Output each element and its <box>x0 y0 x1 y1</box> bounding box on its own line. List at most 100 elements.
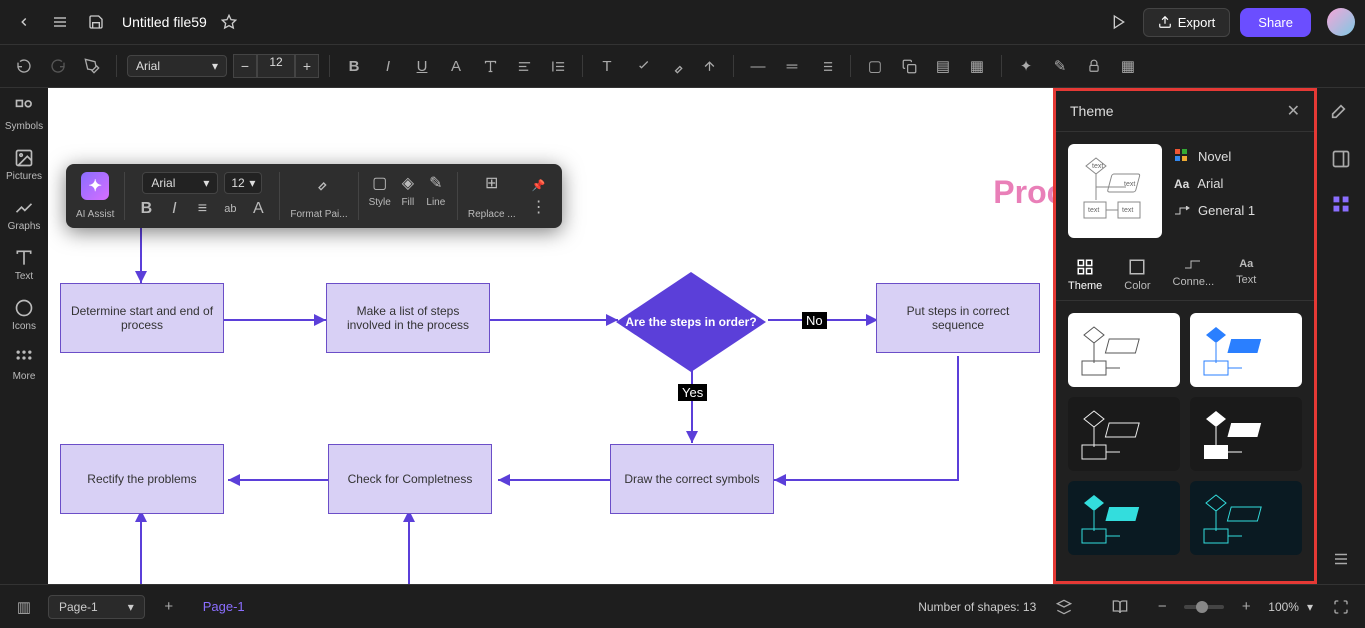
tab-connector[interactable]: Conne... <box>1173 258 1215 292</box>
rail-panel-icon[interactable] <box>1331 149 1351 174</box>
text-tool[interactable]: T <box>593 52 621 80</box>
underline-button[interactable]: U <box>408 52 436 80</box>
back-button[interactable] <box>10 8 38 36</box>
zoom-out[interactable]: − <box>1148 593 1176 621</box>
sidebar-pictures[interactable]: Pictures <box>6 148 42 182</box>
float-size-select[interactable]: 12▾ <box>224 172 262 194</box>
label-yes: Yes <box>678 384 707 401</box>
shape-rectify[interactable]: Rectify the problems <box>60 444 224 514</box>
file-title[interactable]: Untitled file59 <box>122 14 207 30</box>
spacing-button[interactable] <box>544 52 572 80</box>
redo-button[interactable] <box>44 52 72 80</box>
shape-button[interactable]: ▢ <box>861 52 889 80</box>
theme-card-dark-outline[interactable] <box>1068 397 1180 471</box>
line-style-button[interactable]: — <box>744 52 772 80</box>
float-align[interactable]: ≡ <box>191 198 213 220</box>
shape-start-end[interactable]: Determine start and end of process <box>60 283 224 353</box>
user-avatar[interactable] <box>1327 8 1355 36</box>
zoom-slider[interactable] <box>1184 605 1224 609</box>
highlight-button[interactable] <box>627 52 655 80</box>
float-font-select[interactable]: Arial▾ <box>142 172 218 194</box>
float-replace-icon[interactable]: ⊞ <box>481 172 503 194</box>
menu-button[interactable] <box>46 8 74 36</box>
text-format-button[interactable] <box>476 52 504 80</box>
size-input[interactable]: 12 <box>257 54 295 78</box>
share-button[interactable]: Share <box>1240 8 1311 37</box>
sidebar-graphs[interactable]: Graphs <box>8 198 41 232</box>
shape-draw-symbols[interactable]: Draw the correct symbols <box>610 444 774 514</box>
size-decrease[interactable]: − <box>233 54 257 78</box>
float-format-painter-icon[interactable] <box>308 172 330 194</box>
list-button[interactable] <box>812 52 840 80</box>
italic-button[interactable]: I <box>374 52 402 80</box>
ai-assist-icon[interactable]: ✦ <box>81 172 109 200</box>
svg-text:text: text <box>1088 207 1099 214</box>
font-color-button[interactable]: A <box>442 52 470 80</box>
save-icon[interactable] <box>82 8 110 36</box>
undo-button[interactable] <box>10 52 38 80</box>
star-icon[interactable] <box>215 8 243 36</box>
line-weight-button[interactable]: ═ <box>778 52 806 80</box>
export-button[interactable]: Export <box>1143 8 1231 37</box>
shape-list-steps[interactable]: Make a list of steps involved in the pro… <box>326 283 490 353</box>
align-left-icon[interactable]: ▤ <box>929 52 957 80</box>
layers-icon[interactable] <box>1050 593 1078 621</box>
copy-button[interactable] <box>895 52 923 80</box>
theme-card-light[interactable] <box>1068 313 1180 387</box>
rail-theme-icon[interactable] <box>1331 194 1351 219</box>
sidebar-symbols[interactable]: Symbols <box>5 98 43 132</box>
theme-card-teal-outline[interactable] <box>1190 481 1302 555</box>
svg-text:text: text <box>1122 207 1133 214</box>
tab-theme[interactable]: Theme <box>1068 258 1102 292</box>
align-button[interactable] <box>510 52 538 80</box>
effects-icon[interactable]: ✦ <box>1012 52 1040 80</box>
lock-icon[interactable] <box>1080 52 1108 80</box>
tab-color[interactable]: Color <box>1124 258 1150 292</box>
play-button[interactable] <box>1105 8 1133 36</box>
close-button[interactable]: ✕ <box>1287 101 1300 121</box>
float-color[interactable]: A <box>247 198 269 220</box>
page-tab[interactable]: Page-1 <box>193 595 255 618</box>
format-painter-icon[interactable] <box>78 52 106 80</box>
shape-check[interactable]: Check for Completness <box>328 444 492 514</box>
pen-button[interactable] <box>661 52 689 80</box>
float-case[interactable]: ab <box>219 198 241 220</box>
sidebar-icons[interactable]: Icons <box>12 298 36 332</box>
float-pin-icon[interactable]: 📌 <box>528 174 550 196</box>
tab-text[interactable]: AaText <box>1236 258 1256 292</box>
rail-settings-icon[interactable] <box>1327 545 1355 573</box>
sidebar-more[interactable]: More <box>13 348 36 382</box>
edit-icon[interactable]: ✎ <box>1046 52 1074 80</box>
label: Graphs <box>8 221 41 232</box>
page-selector[interactable]: Page-1▾ <box>48 595 145 619</box>
fullscreen-icon[interactable] <box>1327 593 1355 621</box>
theme-card-dark-solid[interactable] <box>1190 397 1302 471</box>
book-icon[interactable] <box>1106 593 1134 621</box>
float-italic[interactable]: I <box>163 198 185 220</box>
float-line-icon[interactable]: ✎ <box>425 172 447 194</box>
more-icon[interactable]: ▦ <box>1114 52 1142 80</box>
float-more-icon[interactable]: ⋮ <box>528 196 550 218</box>
shape-sequence[interactable]: Put steps in correct sequence <box>876 283 1040 353</box>
theme-card-blue[interactable] <box>1190 313 1302 387</box>
theme-font-row: AaArial <box>1174 176 1255 191</box>
right-rail <box>1317 88 1365 584</box>
add-page-button[interactable]: + <box>155 593 183 621</box>
font-selector[interactable]: Arial▾ <box>127 55 227 77</box>
sidebar-text[interactable]: Text <box>14 248 34 282</box>
theme-card-teal[interactable] <box>1068 481 1180 555</box>
page-layout-icon[interactable]: ▥ <box>10 593 38 621</box>
rail-paint-icon[interactable] <box>1331 104 1351 129</box>
distribute-icon[interactable]: ▦ <box>963 52 991 80</box>
shape-decision[interactable]: Are the steps in order? <box>616 272 766 372</box>
size-increase[interactable]: + <box>295 54 319 78</box>
connector-button[interactable] <box>695 52 723 80</box>
float-bold[interactable]: B <box>135 198 157 220</box>
zoom-in[interactable]: + <box>1232 593 1260 621</box>
floating-toolbar[interactable]: ✦ AI Assist Arial▾ 12▾ B I ≡ ab A Format… <box>66 164 562 228</box>
float-style-icon[interactable]: ▢ <box>369 172 391 194</box>
v: Page-1 <box>59 600 98 614</box>
shape-count: Number of shapes: 13 <box>918 600 1036 614</box>
float-fill-icon[interactable]: ◈ <box>397 172 419 194</box>
bold-button[interactable]: B <box>340 52 368 80</box>
